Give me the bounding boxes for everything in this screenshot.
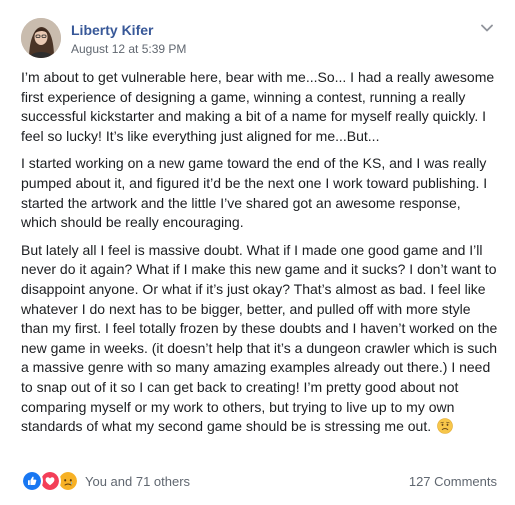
post-timestamp[interactable]: August 12 at 5:39 PM bbox=[71, 41, 186, 57]
post-meta: Liberty Kifer August 12 at 5:39 PM bbox=[71, 21, 186, 57]
comments-count[interactable]: 127 Comments bbox=[409, 474, 497, 489]
post-paragraph: I’m about to get vulnerable here, bear w… bbox=[21, 69, 495, 144]
chevron-down-icon[interactable] bbox=[477, 18, 497, 38]
post-footer: You and 71 others 127 Comments bbox=[21, 470, 497, 492]
reactions-count[interactable]: You and 71 others bbox=[85, 474, 190, 489]
post-header: Liberty Kifer August 12 at 5:39 PM bbox=[21, 18, 186, 58]
post-paragraph-last: But lately all I feel is massive doubt. … bbox=[21, 241, 499, 440]
post-paragraph-text: But lately all I feel is massive doubt. … bbox=[21, 241, 498, 435]
reaction-icons bbox=[21, 470, 79, 492]
post-paragraph: I started working on a new game toward t… bbox=[21, 155, 488, 231]
reactions-summary[interactable]: You and 71 others bbox=[21, 470, 190, 492]
like-reaction-icon bbox=[21, 470, 43, 492]
worried-face-emoji bbox=[437, 418, 453, 440]
author-name[interactable]: Liberty Kifer bbox=[71, 21, 186, 39]
author-avatar[interactable] bbox=[21, 18, 61, 58]
post-body: I’m about to get vulnerable here, bear w… bbox=[21, 68, 499, 448]
facebook-post: Liberty Kifer August 12 at 5:39 PM I’m a… bbox=[0, 0, 515, 505]
